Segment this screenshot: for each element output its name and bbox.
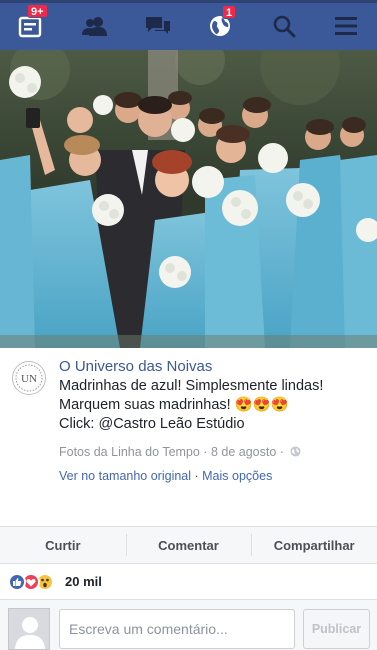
friends-nav-button[interactable] bbox=[77, 8, 113, 44]
view-original-link[interactable]: Ver no tamanho original bbox=[59, 469, 191, 483]
reactions-summary[interactable]: 20 mil bbox=[0, 564, 377, 600]
search-nav-button[interactable] bbox=[266, 8, 302, 44]
publish-button[interactable]: Publicar bbox=[303, 609, 370, 649]
messages-icon bbox=[146, 17, 170, 34]
share-button[interactable]: Compartilhar bbox=[251, 527, 377, 563]
reaction-icons bbox=[8, 573, 60, 591]
status-strip bbox=[0, 0, 377, 3]
separator: · bbox=[191, 469, 203, 483]
page-logo-icon: UN bbox=[15, 364, 43, 392]
bridesmaids-photo-image bbox=[0, 50, 377, 348]
notifications-nav-button[interactable]: 1 bbox=[203, 5, 239, 44]
post-text-line: Madrinhas de azul! Simplesmente lindas! bbox=[59, 378, 324, 394]
action-bar: Curtir Comentar Compartilhar bbox=[0, 526, 377, 564]
like-button[interactable]: Curtir bbox=[0, 527, 126, 563]
post-body: UN O Universo das Noivas Madrinhas de az… bbox=[0, 348, 377, 526]
friend-requests-badge: 9+ bbox=[27, 4, 48, 18]
comment-button[interactable]: Comentar bbox=[125, 527, 252, 563]
comment-input[interactable]: Escreva um comentário... bbox=[59, 609, 295, 649]
post-meta-text[interactable]: Fotos da Linha do Tempo · 8 de agosto · bbox=[59, 445, 284, 459]
messages-nav-button[interactable] bbox=[140, 8, 176, 44]
feed-nav-button[interactable]: 9+ bbox=[13, 4, 49, 44]
post-text-line: Click: @Castro Leão Estúdio bbox=[59, 416, 245, 432]
post-photo[interactable] bbox=[0, 50, 377, 348]
user-avatar bbox=[8, 608, 50, 650]
reaction-count: 20 mil bbox=[65, 574, 102, 589]
menu-icon bbox=[335, 17, 357, 35]
top-nav-bar: 9+ 1 bbox=[0, 0, 377, 50]
more-options-link[interactable]: Mais opções bbox=[202, 469, 272, 483]
like-reaction-icon bbox=[8, 573, 26, 591]
comment-composer: Escreva um comentário... Publicar bbox=[0, 600, 377, 650]
notifications-badge: 1 bbox=[222, 5, 237, 19]
svg-text:UN: UN bbox=[21, 373, 37, 385]
post-text: Madrinhas de azul! Simplesmente lindas! … bbox=[59, 377, 323, 434]
search-icon bbox=[273, 15, 296, 38]
post-text-line: Marquem suas madrinhas! 😍😍😍 bbox=[59, 397, 289, 413]
page-name-link[interactable]: O Universo das Noivas bbox=[59, 358, 212, 375]
public-globe-icon bbox=[290, 446, 301, 457]
post-meta: Fotos da Linha do Tempo · 8 de agosto · bbox=[59, 445, 301, 459]
default-avatar-icon bbox=[9, 609, 49, 649]
page-avatar[interactable]: UN bbox=[12, 361, 46, 395]
menu-nav-button[interactable] bbox=[328, 8, 364, 44]
photo-options: Ver no tamanho original · Mais opções bbox=[59, 469, 272, 483]
friends-icon bbox=[82, 17, 107, 36]
